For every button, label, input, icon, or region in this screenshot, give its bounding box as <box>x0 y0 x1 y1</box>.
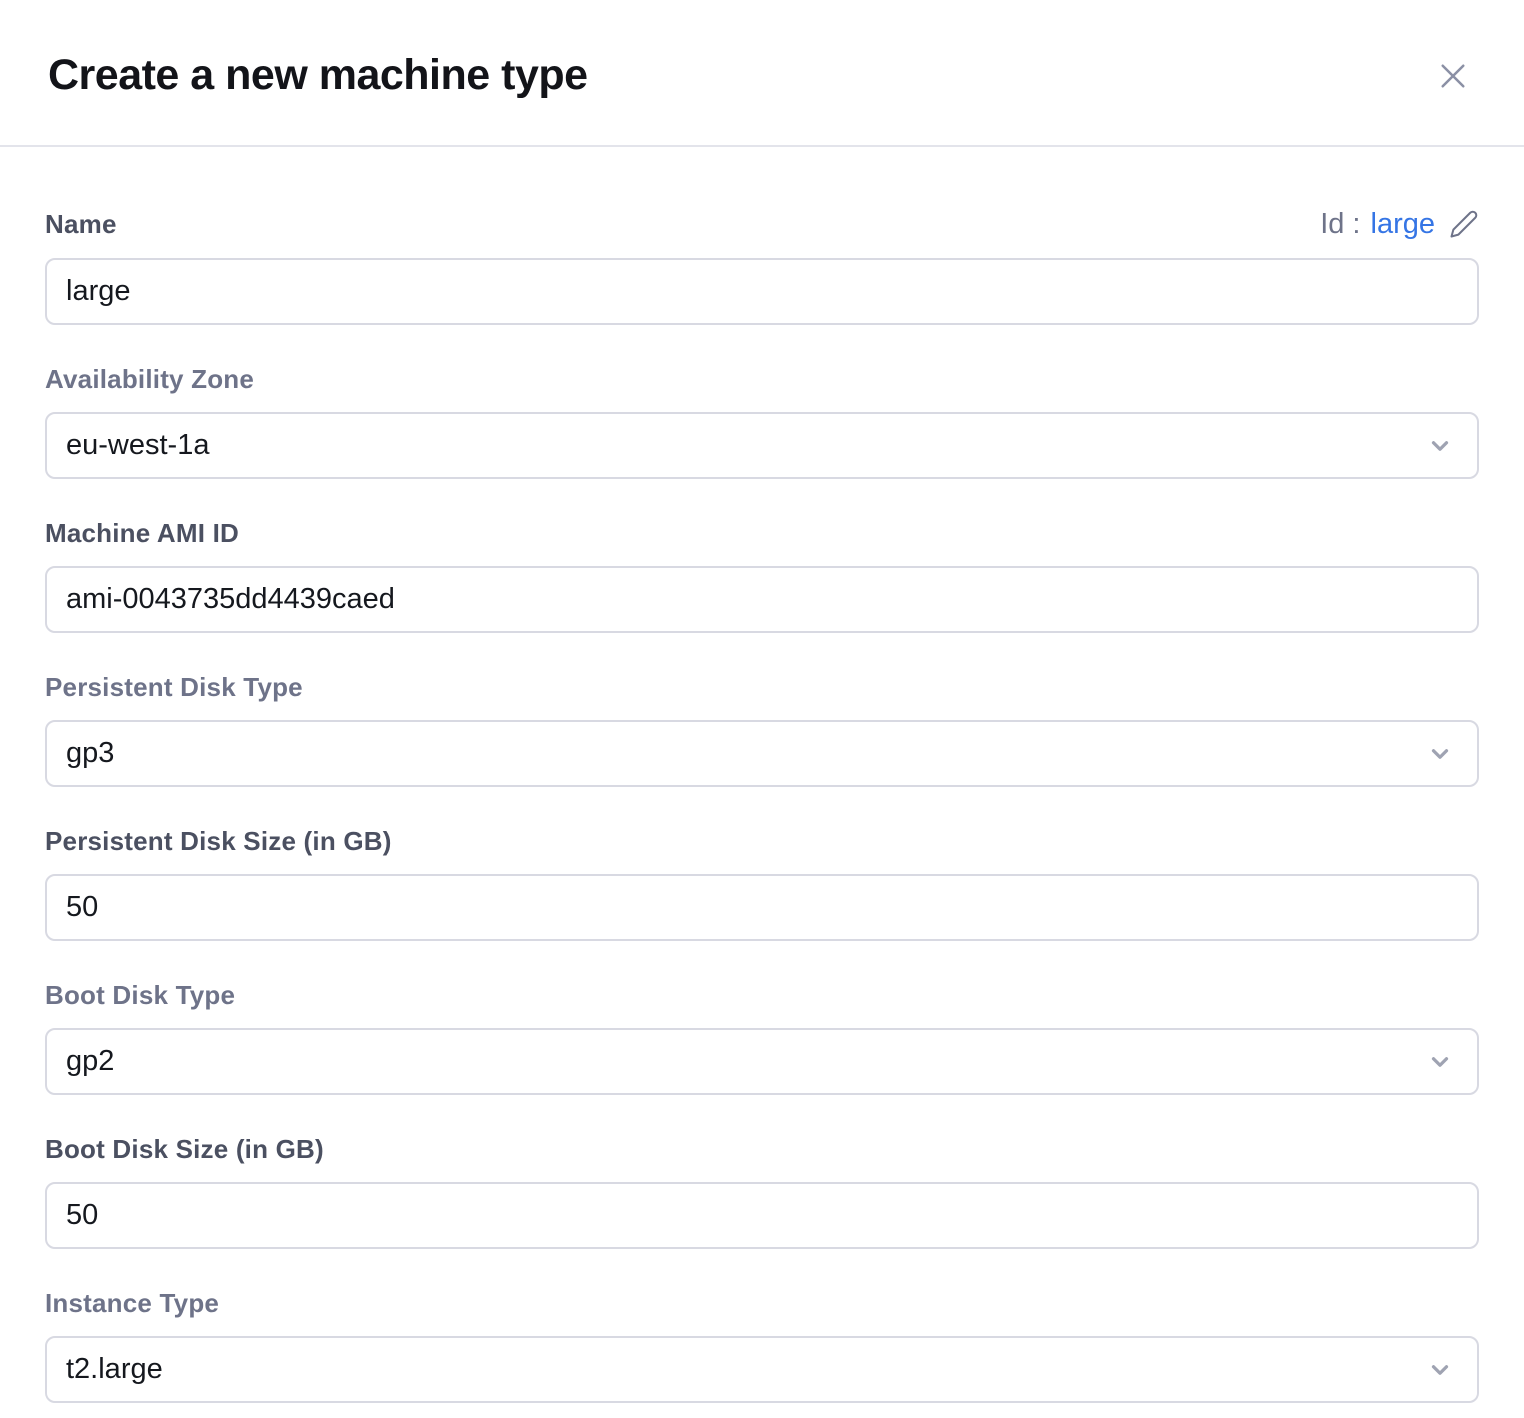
availability-zone-value: eu-west-1a <box>66 429 209 462</box>
persistent-disk-type-value: gp3 <box>66 737 114 770</box>
id-label: Id : <box>1320 208 1360 241</box>
edit-pencil-icon <box>1449 209 1479 239</box>
create-machine-type-modal: Create a new machine type Name Id : larg… <box>0 0 1524 1418</box>
field-instance-type: Instance Type t2.large <box>45 1287 1479 1403</box>
form-body: Name Id : large Availability Zone eu-wes… <box>0 207 1524 1403</box>
field-persistent-disk-type: Persistent Disk Type gp3 <box>45 671 1479 787</box>
close-icon <box>1434 57 1472 95</box>
name-input[interactable] <box>45 258 1479 325</box>
boot-disk-type-label: Boot Disk Type <box>45 979 1479 1011</box>
chevron-down-icon <box>1427 741 1453 767</box>
persistent-disk-type-label: Persistent Disk Type <box>45 671 1479 703</box>
chevron-down-icon <box>1427 433 1453 459</box>
machine-ami-id-input[interactable] <box>45 566 1479 633</box>
field-boot-disk-size: Boot Disk Size (in GB) <box>45 1133 1479 1249</box>
boot-disk-size-input[interactable] <box>45 1182 1479 1249</box>
field-availability-zone: Availability Zone eu-west-1a <box>45 363 1479 479</box>
persistent-disk-size-input[interactable] <box>45 874 1479 941</box>
modal-header: Create a new machine type <box>0 0 1524 147</box>
edit-id-button[interactable] <box>1449 209 1479 239</box>
modal-title: Create a new machine type <box>48 51 588 100</box>
boot-disk-size-label: Boot Disk Size (in GB) <box>45 1133 1479 1165</box>
chevron-down-icon <box>1427 1357 1453 1383</box>
boot-disk-type-select[interactable]: gp2 <box>45 1028 1479 1095</box>
id-value: large <box>1371 208 1436 241</box>
availability-zone-label: Availability Zone <box>45 363 1479 395</box>
close-button[interactable] <box>1432 55 1474 97</box>
field-boot-disk-type: Boot Disk Type gp2 <box>45 979 1479 1095</box>
instance-type-select[interactable]: t2.large <box>45 1336 1479 1403</box>
machine-ami-id-label: Machine AMI ID <box>45 517 1479 549</box>
id-display: Id : large <box>1320 208 1479 241</box>
field-machine-ami-id: Machine AMI ID <box>45 517 1479 633</box>
name-label: Name <box>45 208 117 240</box>
instance-type-label: Instance Type <box>45 1287 1479 1319</box>
persistent-disk-type-select[interactable]: gp3 <box>45 720 1479 787</box>
availability-zone-select[interactable]: eu-west-1a <box>45 412 1479 479</box>
instance-type-value: t2.large <box>66 1353 163 1386</box>
persistent-disk-size-label: Persistent Disk Size (in GB) <box>45 825 1479 857</box>
boot-disk-type-value: gp2 <box>66 1045 114 1078</box>
field-persistent-disk-size: Persistent Disk Size (in GB) <box>45 825 1479 941</box>
field-name: Name Id : large <box>45 207 1479 325</box>
name-label-row: Name Id : large <box>45 207 1479 241</box>
chevron-down-icon <box>1427 1049 1453 1075</box>
